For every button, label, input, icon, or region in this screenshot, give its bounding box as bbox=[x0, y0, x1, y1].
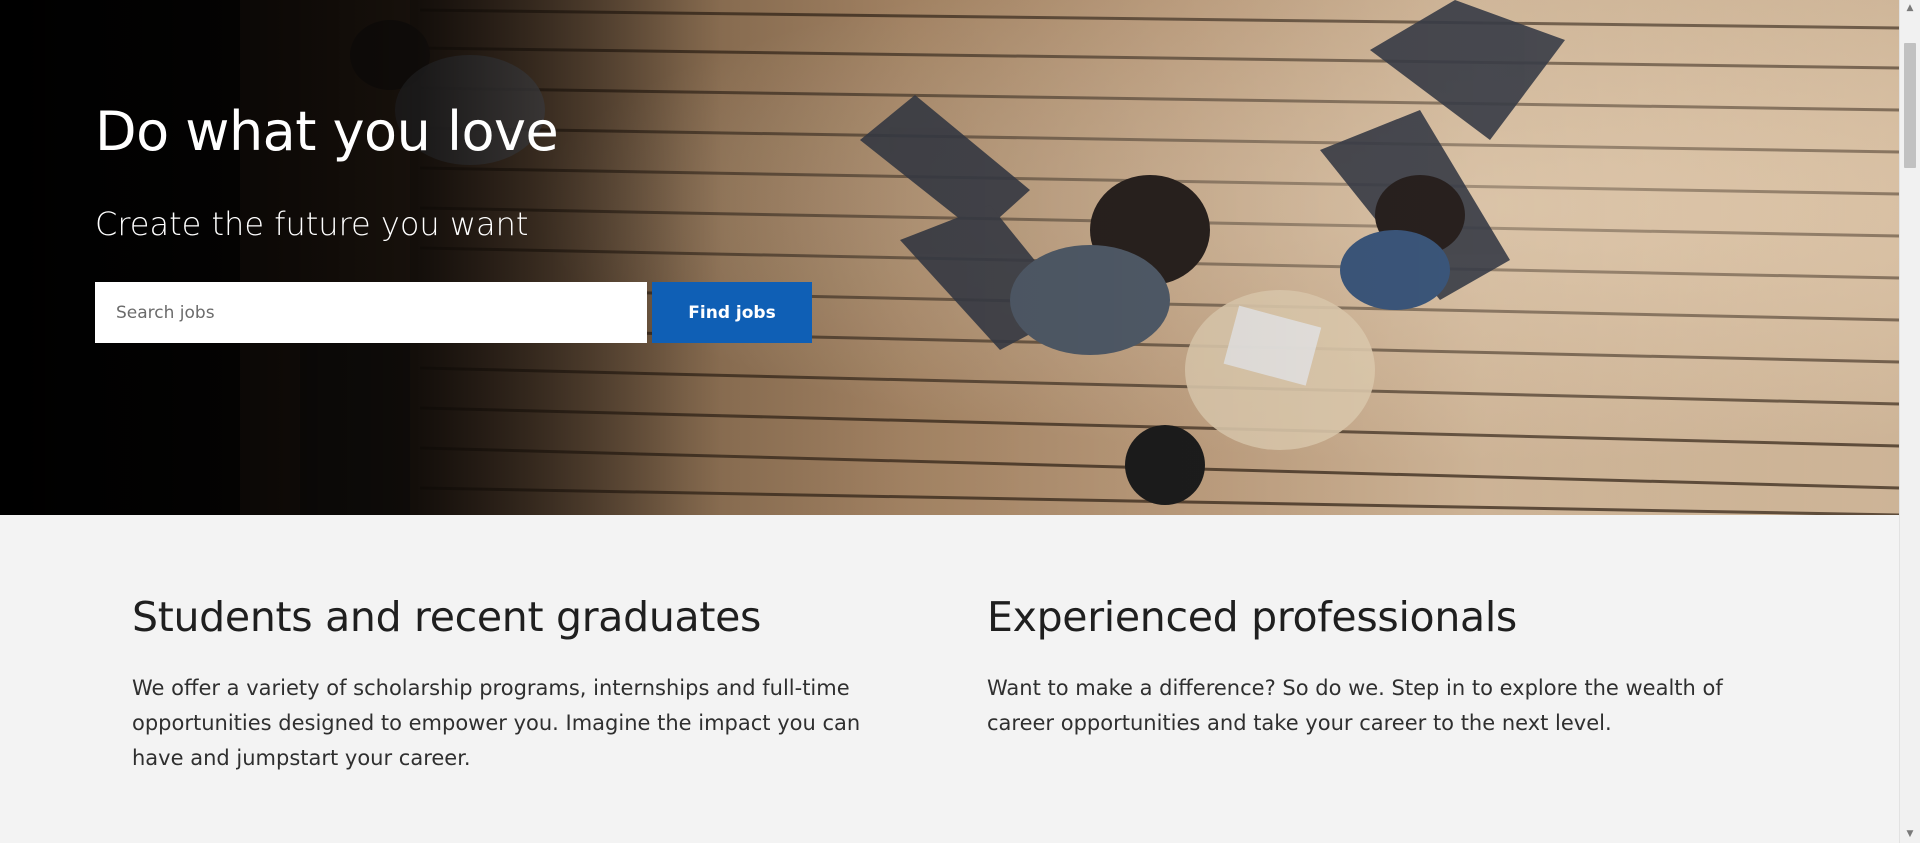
hero-photo-image bbox=[0, 0, 1899, 515]
scrollbar-thumb[interactable] bbox=[1904, 43, 1916, 168]
hero-banner: Do what you love Create the future you w… bbox=[0, 0, 1899, 515]
hero-title: Do what you love bbox=[95, 100, 559, 163]
career-paths-section: Students and recent graduates We offer a… bbox=[0, 515, 1899, 843]
professionals-column: Experienced professionals Want to make a… bbox=[987, 593, 1747, 741]
page-scrollbar[interactable]: ▲ ▼ bbox=[1899, 0, 1920, 843]
hero-subtitle: Create the future you want bbox=[95, 205, 529, 243]
careers-page: Do what you love Create the future you w… bbox=[0, 0, 1920, 843]
scroll-up-arrow-icon[interactable]: ▲ bbox=[1900, 0, 1920, 17]
search-jobs-input[interactable] bbox=[95, 282, 647, 343]
students-description: We offer a variety of scholarship progra… bbox=[132, 676, 861, 770]
professionals-heading[interactable]: Experienced professionals bbox=[987, 593, 1747, 641]
find-jobs-button[interactable]: Find jobs bbox=[652, 282, 812, 343]
scroll-down-arrow-icon[interactable]: ▼ bbox=[1900, 826, 1920, 843]
students-column: Students and recent graduates We offer a… bbox=[132, 593, 892, 776]
professionals-description: Want to make a difference? So do we. Ste… bbox=[987, 676, 1723, 735]
students-heading[interactable]: Students and recent graduates bbox=[132, 593, 892, 641]
